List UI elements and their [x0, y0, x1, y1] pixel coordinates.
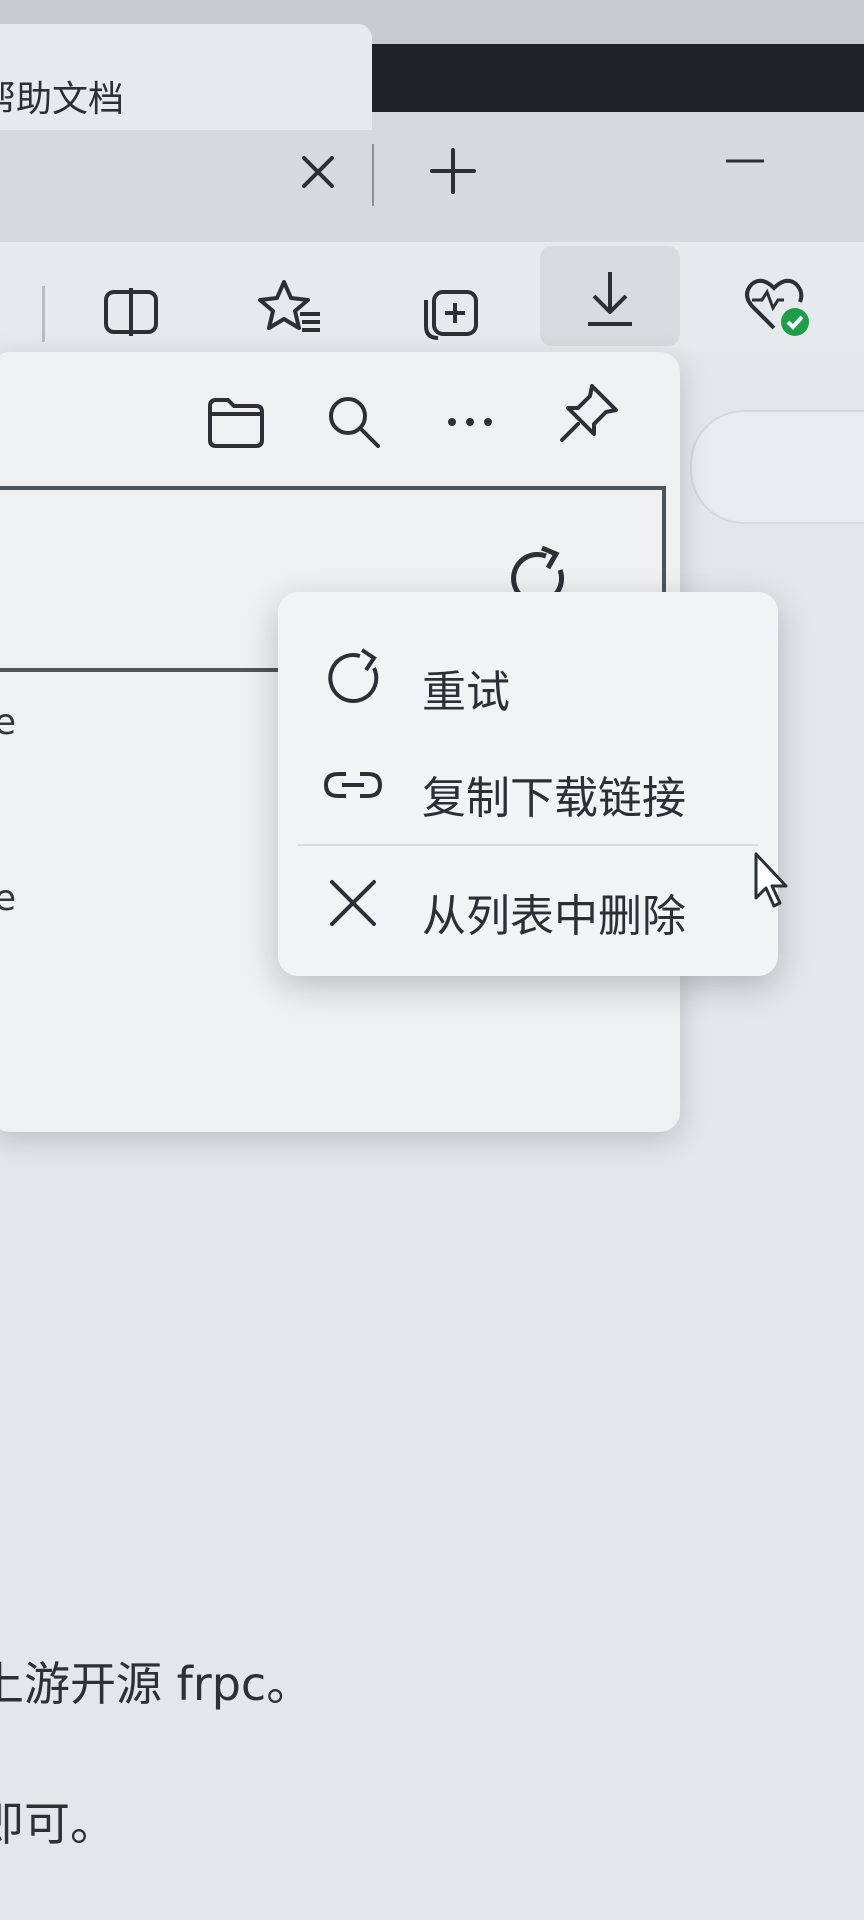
menu-item-copy-link[interactable]: 复制下载链接	[278, 734, 778, 834]
page-search-box[interactable]	[690, 410, 864, 524]
link-icon	[322, 754, 384, 816]
menu-item-remove[interactable]: 从列表中删除	[278, 852, 778, 952]
more-icon[interactable]	[440, 392, 500, 452]
pin-icon[interactable]	[556, 380, 618, 442]
browser-tab[interactable]: 帮助文档	[0, 24, 372, 130]
tab-title: 帮助文档	[0, 79, 125, 120]
download-item-fragment: e	[0, 878, 17, 919]
close-icon	[322, 872, 384, 934]
minimize-icon[interactable]	[724, 146, 766, 176]
page-text-line: 上游开源 frpc。	[0, 1657, 313, 1711]
menu-divider	[298, 844, 758, 846]
toolbar-separator	[42, 286, 45, 342]
menu-item-label: 重试	[422, 667, 510, 718]
menu-item-retry[interactable]: 重试	[278, 628, 778, 728]
split-screen-icon[interactable]	[100, 280, 164, 344]
browser-essentials-icon[interactable]	[740, 270, 814, 344]
mouse-cursor-icon	[752, 852, 792, 912]
download-context-menu: 重试 复制下载链接 从列表中删除	[278, 592, 778, 976]
tab-separator	[372, 144, 374, 206]
search-icon[interactable]	[324, 392, 384, 452]
page-text-line: 即可。	[0, 1797, 116, 1851]
collections-icon[interactable]	[418, 278, 482, 342]
new-tab-icon[interactable]	[428, 146, 478, 196]
downloads-button[interactable]	[540, 246, 680, 346]
favorites-icon[interactable]	[256, 276, 320, 340]
retry-icon	[322, 648, 384, 710]
downloads-icon	[578, 268, 642, 332]
menu-item-label: 复制下载链接	[422, 773, 686, 824]
folder-icon[interactable]	[206, 392, 266, 452]
download-item-fragment: e	[0, 702, 17, 743]
menu-item-label: 从列表中删除	[422, 891, 686, 942]
tab-close-icon[interactable]	[296, 150, 340, 194]
